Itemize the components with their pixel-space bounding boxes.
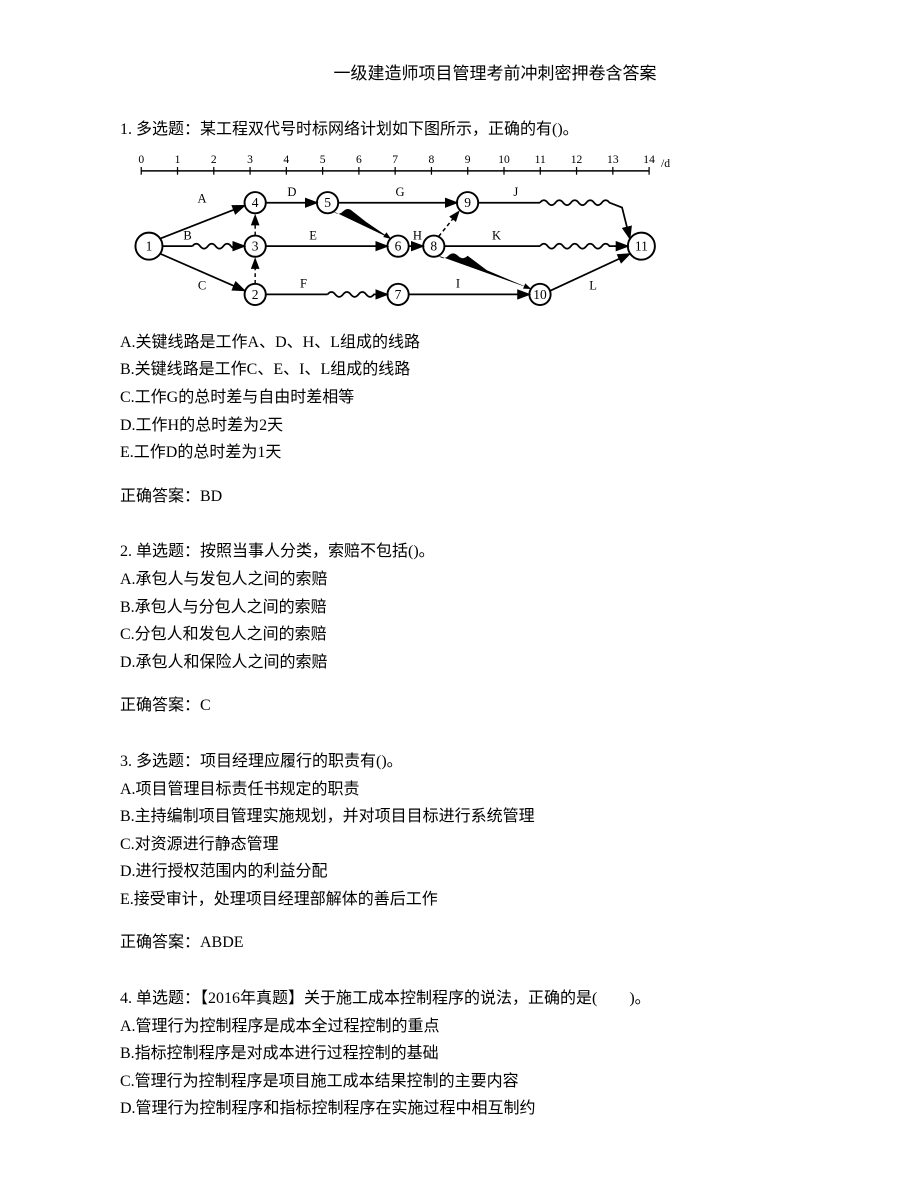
svg-text:0: 0 bbox=[138, 153, 144, 166]
svg-text:9: 9 bbox=[464, 195, 471, 210]
q4-option-b: B.指标控制程序是对成本进行过程控制的基础 bbox=[120, 1041, 820, 1067]
svg-text:13: 13 bbox=[607, 153, 619, 166]
q2-option-a: A.承包人与发包人之间的索赔 bbox=[120, 567, 820, 593]
svg-text:5: 5 bbox=[324, 195, 331, 210]
svg-text:E: E bbox=[309, 228, 317, 242]
nodes: 1 2 3 4 5 6 7 8 9 10 bbox=[135, 192, 654, 305]
svg-text:11: 11 bbox=[535, 153, 546, 166]
svg-text:1: 1 bbox=[146, 238, 153, 253]
q3-option-b: B.主持编制项目管理实施规划，并对项目目标进行系统管理 bbox=[120, 804, 820, 830]
q2-answer: 正确答案：C bbox=[120, 693, 820, 719]
question-3: 3. 多选题：项目经理应履行的职责有()。 A.项目管理目标责任书规定的职责 B… bbox=[120, 749, 820, 956]
q1-answer: 正确答案：BD bbox=[120, 484, 820, 510]
network-diagram: 01234567891011121314 /d 1 2 3 4 5 6 7 bbox=[120, 149, 680, 324]
svg-text:8: 8 bbox=[429, 153, 435, 166]
svg-text:5: 5 bbox=[320, 153, 326, 166]
svg-text:4: 4 bbox=[283, 153, 289, 166]
svg-text:C: C bbox=[198, 278, 206, 292]
q2-option-c: C.分包人和发包人之间的索赔 bbox=[120, 622, 820, 648]
q3-stem: 3. 多选题：项目经理应履行的职责有()。 bbox=[120, 749, 820, 775]
q1-stem: 1. 多选题：某工程双代号时标网络计划如下图所示，正确的有()。 bbox=[120, 117, 820, 143]
svg-text:3: 3 bbox=[247, 153, 253, 166]
svg-text:6: 6 bbox=[356, 153, 362, 166]
svg-text:K: K bbox=[492, 228, 501, 242]
svg-text:6: 6 bbox=[395, 238, 402, 253]
svg-text:G: G bbox=[395, 185, 404, 199]
q3-option-a: A.项目管理目标责任书规定的职责 bbox=[120, 777, 820, 803]
svg-text:10: 10 bbox=[533, 287, 547, 302]
svg-text:10: 10 bbox=[498, 153, 510, 166]
q3-option-d: D.进行授权范围内的利益分配 bbox=[120, 859, 820, 885]
question-4: 4. 单选题：【2016年真题】关于施工成本控制程序的说法，正确的是( )。 A… bbox=[120, 986, 820, 1122]
q2-option-b: B.承包人与分包人之间的索赔 bbox=[120, 595, 820, 621]
svg-text:2: 2 bbox=[211, 153, 217, 166]
svg-text:D: D bbox=[287, 185, 296, 199]
svg-text:F: F bbox=[300, 276, 307, 290]
q1-option-c: C.工作G的总时差与自由时差相等 bbox=[120, 385, 820, 411]
svg-text:B: B bbox=[183, 228, 191, 242]
q1-option-d: D.工作H的总时差为2天 bbox=[120, 413, 820, 439]
question-2: 2. 单选题：按照当事人分类，索赔不包括()。 A.承包人与发包人之间的索赔 B… bbox=[120, 539, 820, 719]
svg-text:I: I bbox=[456, 276, 460, 290]
svg-text:12: 12 bbox=[571, 153, 583, 166]
svg-text:3: 3 bbox=[252, 238, 259, 253]
q4-option-a: A.管理行为控制程序是成本全过程控制的重点 bbox=[120, 1014, 820, 1040]
svg-text:7: 7 bbox=[395, 287, 402, 302]
q2-option-d: D.承包人和保险人之间的索赔 bbox=[120, 650, 820, 676]
q4-stem: 4. 单选题：【2016年真题】关于施工成本控制程序的说法，正确的是( )。 bbox=[120, 986, 820, 1012]
question-1: 1. 多选题：某工程双代号时标网络计划如下图所示，正确的有()。 0123456… bbox=[120, 117, 820, 509]
q2-stem: 2. 单选题：按照当事人分类，索赔不包括()。 bbox=[120, 539, 820, 565]
svg-text:7: 7 bbox=[392, 153, 398, 166]
axis-unit: /d bbox=[661, 157, 670, 170]
q3-option-c: C.对资源进行静态管理 bbox=[120, 832, 820, 858]
q4-option-d: D.管理行为控制程序和指标控制程序在实施过程中相互制约 bbox=[120, 1096, 820, 1122]
q1-option-b: B.关键线路是工作C、E、I、L组成的线路 bbox=[120, 357, 820, 383]
svg-text:1: 1 bbox=[175, 153, 181, 166]
svg-text:11: 11 bbox=[635, 238, 648, 253]
svg-text:A: A bbox=[198, 191, 207, 205]
svg-text:L: L bbox=[589, 278, 597, 292]
svg-text:J: J bbox=[513, 185, 518, 199]
svg-text:H: H bbox=[413, 228, 422, 242]
svg-text:8: 8 bbox=[430, 238, 437, 253]
document-title: 一级建造师项目管理考前冲刺密押卷含答案 bbox=[170, 60, 820, 87]
q1-option-a: A.关键线路是工作A、D、H、L组成的线路 bbox=[120, 330, 820, 356]
svg-text:4: 4 bbox=[252, 195, 259, 210]
svg-text:2: 2 bbox=[252, 287, 259, 302]
svg-text:14: 14 bbox=[643, 153, 655, 166]
q3-answer: 正确答案：ABDE bbox=[120, 930, 820, 956]
svg-text:9: 9 bbox=[465, 153, 471, 166]
q1-option-e: E.工作D的总时差为1天 bbox=[120, 440, 820, 466]
q4-option-c: C.管理行为控制程序是项目施工成本结果控制的主要内容 bbox=[120, 1069, 820, 1095]
q3-option-e: E.接受审计，处理项目经理部解体的善后工作 bbox=[120, 887, 820, 913]
